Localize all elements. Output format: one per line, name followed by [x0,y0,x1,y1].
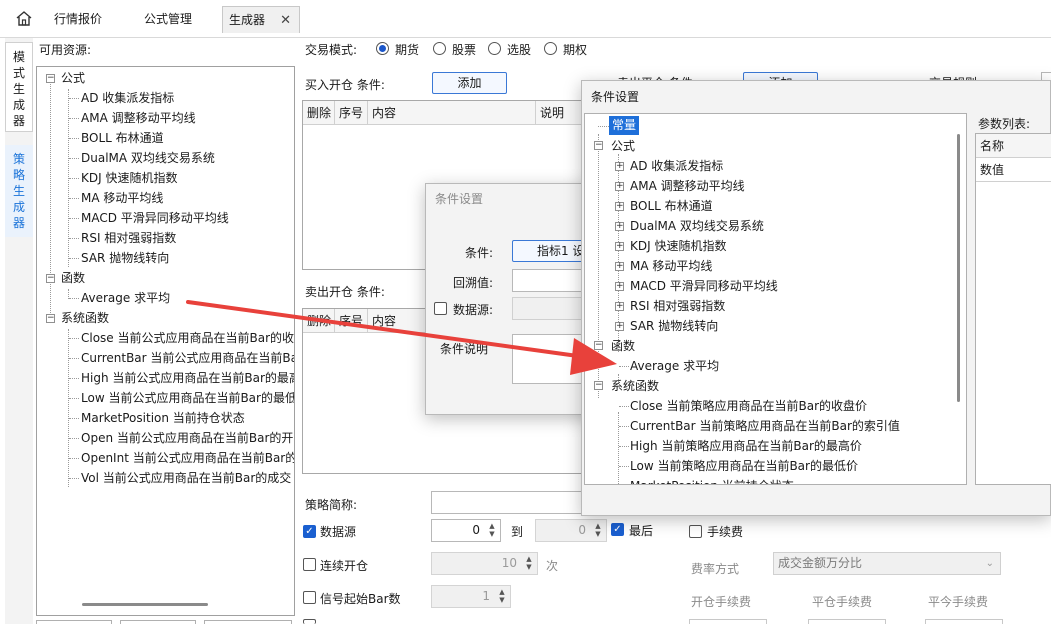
annotation-arrow [186,300,617,375]
